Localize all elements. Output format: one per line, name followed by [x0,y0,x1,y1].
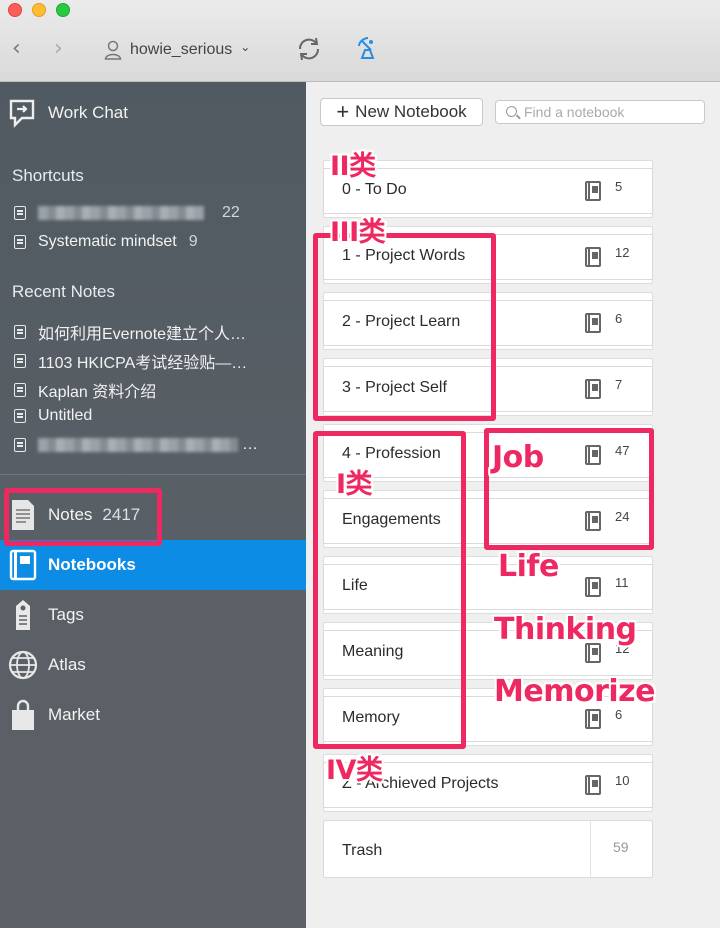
annotation-label-job: Job [492,440,544,475]
annotation-label-ii: II类 [330,151,376,182]
search-icon [506,106,517,117]
recent-note-item[interactable]: Untitled [14,407,92,425]
sidebar-item-notebooks[interactable]: Notebooks [0,540,306,590]
note-icon [14,206,26,220]
annotation-box-notes [4,488,162,546]
notebook-icon [585,313,601,333]
ellipsis-label: … [242,436,258,453]
notebook-icon [585,379,601,399]
shortcut-item[interactable]: Systematic mindset 9 [14,233,198,251]
trash-divider [590,821,591,879]
recent-notes-heading: Recent Notes [12,282,115,301]
notebook-icon [585,247,601,267]
annotation-label-memorize: Memorize [494,674,655,709]
note-icon [14,325,26,339]
trash-label: Trash [342,842,383,859]
notebook-icon [585,577,601,597]
note-icon [14,354,26,368]
account-menu[interactable]: howie_serious ⌄ [104,38,250,62]
notebook-count: 10 [615,773,630,788]
annotation-box-iii [313,233,496,421]
plus-icon: + [336,99,350,124]
notebook-count: 11 [615,575,629,590]
notebook-icon [585,181,601,201]
close-window-button[interactable] [8,3,22,17]
annotation-label-iv: IV类 [326,755,383,786]
annotation-label-i: I类 [336,469,373,500]
tags-label: Tags [48,605,84,624]
shortcut-item[interactable]: 22 [14,204,240,222]
note-icon [14,438,26,452]
note-icon [14,235,26,249]
blurred-shortcut-label [38,206,204,220]
shortcuts-heading: Shortcuts [12,166,84,185]
shopping-bag-icon [12,699,34,730]
recent-note-item[interactable]: 如何利用Evernote建立个人… [14,320,246,344]
shortcut-count: 9 [188,233,198,250]
atlas-label: Atlas [48,655,86,674]
notebook-count: 5 [615,179,623,194]
recent-note-label: Untitled [38,407,93,424]
back-button[interactable]: ‹ [12,36,21,61]
shortcut-label: Systematic mindset [38,233,177,250]
notebook-count: 7 [615,377,623,392]
recent-note-label: 如何利用Evernote建立个人… [38,326,247,343]
sidebar-divider [0,474,306,475]
window-toolbar: ‹ › howie_serious ⌄ [0,0,720,82]
new-notebook-label: New Notebook [355,102,467,121]
work-chat-label: Work Chat [48,103,128,122]
notebooks-label: Notebooks [48,555,136,574]
notebook-icon [9,549,37,581]
new-notebook-button[interactable]: + New Notebook [320,98,483,126]
annotation-label-thinking: Thinking [494,612,637,647]
recent-note-item[interactable]: … [14,436,258,454]
globe-icon [8,650,38,680]
annotation-label-life: Life [498,549,559,584]
find-notebook-input[interactable]: Find a notebook [495,100,705,124]
satellite-icon[interactable] [356,36,378,62]
trash-card[interactable]: Trash 59 [323,820,653,879]
annotation-label-iii: III类 [330,217,386,248]
blurred-note-label [38,438,238,452]
notebook-icon [585,775,601,795]
sidebar-item-atlas[interactable]: Atlas [0,640,306,690]
shortcut-count: 22 [222,204,240,221]
username-label: howie_serious [130,41,233,58]
chat-icon [9,99,35,128]
tag-icon [16,600,30,630]
recent-note-label: Kaplan 资料介绍 [38,384,157,401]
user-icon [104,40,122,60]
recent-note-item[interactable]: 1103 HKICPA考试经验贴—… [14,349,247,373]
sidebar-item-tags[interactable]: Tags [0,590,306,640]
notebook-icon [585,709,601,729]
notebook-count: 6 [615,311,623,326]
note-icon [14,383,26,397]
forward-button[interactable]: › [54,36,63,61]
notebook-name: 0 - To Do [342,181,407,198]
work-chat-item[interactable]: Work Chat [8,98,128,128]
notebook-count: 12 [615,245,630,260]
minimize-window-button[interactable] [32,3,46,17]
recent-note-label: 1103 HKICPA考试经验贴—… [38,355,248,372]
zoom-window-button[interactable] [56,3,70,17]
notebook-count: 6 [615,707,623,722]
trash-count: 59 [613,839,629,855]
sync-icon[interactable] [296,36,322,62]
find-notebook-placeholder: Find a notebook [524,104,625,120]
market-label: Market [48,705,100,724]
chevron-down-icon: ⌄ [240,40,251,54]
recent-note-item[interactable]: Kaplan 资料介绍 [14,378,156,402]
sidebar-item-market[interactable]: Market [0,690,306,740]
note-icon [14,409,26,423]
